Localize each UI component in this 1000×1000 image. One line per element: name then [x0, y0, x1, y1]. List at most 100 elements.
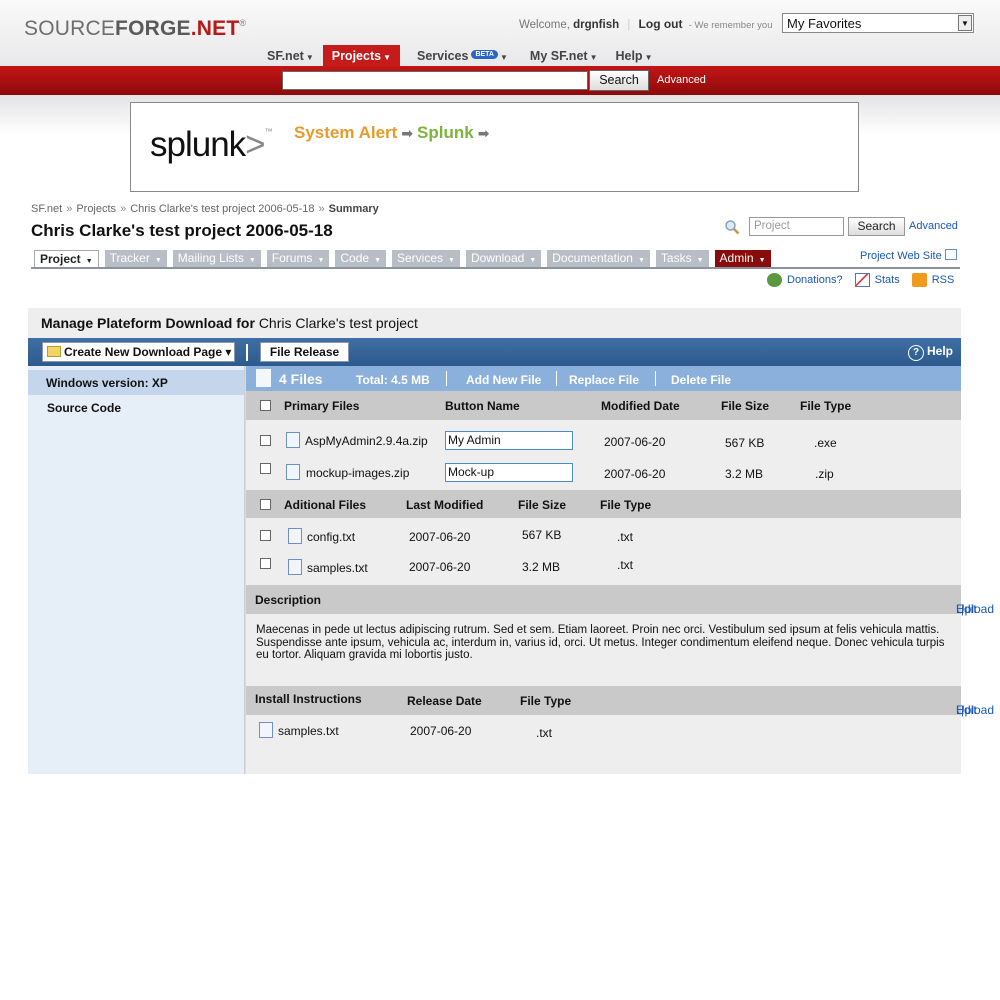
platform-item-windows[interactable]: Windows version: XP	[28, 370, 244, 395]
delete-file-button[interactable]: Delete File	[671, 373, 731, 387]
file-icon	[286, 464, 300, 480]
additional-files-header: Aditional Files Last Modified File Size …	[246, 490, 961, 518]
chevron-down-icon: ▼	[696, 257, 704, 264]
column-header: File Size	[721, 399, 770, 413]
primary-files-header: Primary Files Button Name Modified Date …	[246, 391, 961, 420]
column-header: Button Name	[445, 399, 520, 413]
tab-mailing-lists[interactable]: Mailing Lists ▼	[172, 250, 261, 267]
tab-services[interactable]: Services ▼	[392, 250, 460, 267]
column-header: Aditional Files	[284, 498, 367, 512]
file-name[interactable]: AspMyAdmin2.9.4a.zip	[305, 434, 428, 448]
sourceforge-logo[interactable]: SOURCEFORGE.NET®	[24, 17, 246, 41]
tab-project[interactable]: Project ▼	[34, 250, 99, 267]
file-type: .exe	[814, 436, 837, 450]
row-checkbox[interactable]	[260, 530, 271, 541]
file-type: .txt	[617, 530, 634, 544]
welcome-text: Welcome,	[519, 19, 570, 31]
replace-file-button[interactable]: Replace File	[569, 373, 639, 387]
upload-link[interactable]: Upload	[956, 703, 994, 717]
tab-tasks[interactable]: Tasks ▼	[655, 250, 709, 267]
tab-download[interactable]: Download ▼	[465, 250, 542, 267]
row-checkbox[interactable]	[260, 435, 271, 446]
nav-sfnet[interactable]: SF.net ▼	[258, 45, 323, 66]
username-link[interactable]: drgnfish	[573, 19, 619, 31]
column-header: File Size	[518, 498, 567, 512]
search-bar: Search Advanced	[0, 66, 1000, 95]
tab-tracker[interactable]: Tracker ▼	[104, 250, 167, 267]
beta-badge: BETA	[471, 50, 498, 59]
project-web-site-link[interactable]: Project Web Site	[860, 249, 957, 262]
breadcrumb-project[interactable]: Chris Clarke's test project 2006-05-18	[130, 203, 314, 215]
row-checkbox[interactable]	[260, 558, 271, 569]
column-header: File Type	[520, 694, 572, 708]
file-name[interactable]: mockup-images.zip	[306, 466, 409, 480]
upload-link[interactable]: Upload	[956, 602, 994, 616]
file-icon	[286, 432, 300, 448]
project-search-input[interactable]: Project	[749, 217, 844, 236]
logout-link[interactable]: Log out	[639, 17, 683, 31]
project-advanced-search-link[interactable]: Advanced	[909, 220, 958, 232]
top-nav: SF.net ▼ Projects ▼ Services BETA ▼ My SF.ne…	[258, 45, 662, 66]
project-links: Donations? Stats RSS	[767, 273, 954, 287]
rss-link[interactable]: RSS	[911, 273, 954, 287]
button-name-input[interactable]: Mock-up	[445, 463, 573, 482]
folder-add-icon	[47, 346, 61, 357]
create-download-page-button[interactable]: Create New Download Page ▾	[42, 342, 235, 362]
install-instructions-header: Install Instructions Release Date File T…	[246, 686, 994, 717]
divider	[446, 371, 447, 386]
file-name[interactable]: samples.txt	[307, 561, 368, 575]
add-new-file-button[interactable]: Add New File	[466, 373, 541, 387]
file-size: 567 KB	[522, 528, 562, 542]
file-type: .txt	[617, 558, 634, 572]
chevron-down-icon: ▼	[374, 257, 381, 264]
file-type: .txt	[536, 726, 553, 740]
file-name[interactable]: samples.txt	[278, 724, 339, 738]
chevron-down-icon: ▼	[248, 257, 256, 264]
site-search-button[interactable]: Search	[589, 70, 649, 91]
chevron-down-icon: ▼	[85, 258, 93, 265]
breadcrumb: SF.net» Projects» Chris Clarke's test proj…	[31, 203, 379, 215]
tab-documentation[interactable]: Documentation ▼	[547, 250, 650, 267]
tab-admin[interactable]: Admin ▼	[714, 250, 771, 267]
files-bar: 4 Files Total: 4.5 MB Add New File Repla…	[246, 366, 961, 391]
nav-my-sfnet[interactable]: My SF.net ▼	[521, 45, 607, 66]
splunk-ad-banner[interactable]: splunk>™ System Alert ➡ Splunk ➡	[130, 102, 859, 192]
platform-item-source-code[interactable]: Source Code	[28, 395, 244, 420]
help-button[interactable]: ? Help	[908, 344, 953, 361]
nav-services[interactable]: Services BETA ▼	[408, 45, 517, 66]
toolbar-divider	[246, 344, 248, 361]
divider	[556, 371, 557, 386]
modified-date: 2007-06-20	[604, 435, 666, 449]
divider	[655, 371, 656, 386]
favorites-select[interactable]: My Favorites ▼	[782, 13, 974, 33]
file-size: 567 KB	[725, 436, 765, 450]
breadcrumb-projects[interactable]: Projects	[76, 203, 116, 215]
site-search-input[interactable]	[282, 71, 588, 90]
breadcrumb-sfnet[interactable]: SF.net	[31, 203, 62, 215]
button-name-input[interactable]: My Admin	[445, 431, 573, 450]
select-all-primary-checkbox[interactable]	[260, 400, 271, 411]
arrow-right-icon: ➡	[477, 125, 490, 141]
section-title: Description	[255, 593, 322, 607]
advanced-search-link[interactable]: Advanced	[657, 74, 706, 86]
file-count: 4 Files	[279, 371, 323, 387]
donations-link[interactable]: Donations?	[767, 273, 843, 287]
row-checkbox[interactable]	[260, 463, 271, 474]
nav-help[interactable]: Help ▼	[606, 45, 661, 66]
tab-forums[interactable]: Forums ▼	[266, 250, 330, 267]
stats-link[interactable]: Stats	[854, 273, 900, 287]
chevron-down-icon: ▼	[317, 257, 325, 264]
column-header: Install Instructions	[255, 692, 362, 706]
file-icon	[259, 722, 273, 738]
file-name[interactable]: config.txt	[307, 530, 355, 544]
nav-projects[interactable]: Projects ▼	[322, 45, 400, 66]
primary-files-list: AspMyAdmin2.9.4a.zip My Admin 2007-06-20…	[246, 420, 961, 490]
select-all-additional-checkbox[interactable]	[260, 499, 271, 510]
download-manager-panel: Manage Plateform Download for Chris Clar…	[28, 308, 994, 774]
project-search-button[interactable]: Search	[848, 217, 905, 236]
divider: |	[627, 19, 631, 31]
files-total-size: Total: 4.5 MB	[356, 373, 430, 387]
chevron-down-icon: ▼	[499, 53, 508, 62]
tab-code[interactable]: Code ▼	[335, 250, 386, 267]
file-release-button[interactable]: File Release	[260, 342, 349, 362]
